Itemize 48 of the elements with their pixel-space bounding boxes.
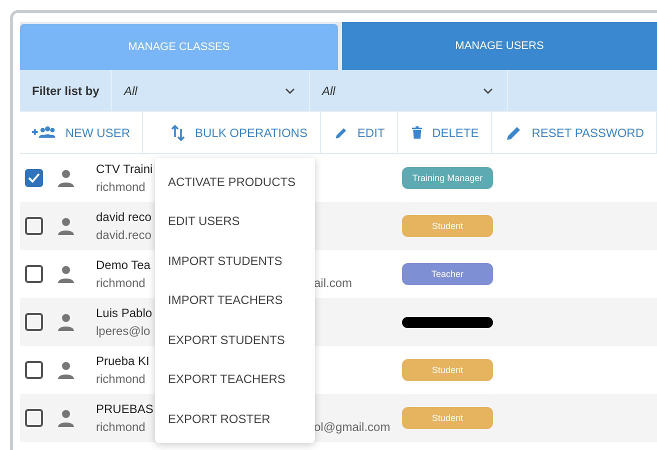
up-down-arrows-icon [171,124,185,142]
menu-item[interactable]: EDIT USERS [155,202,315,241]
chevron-icon [483,88,493,94]
checkbox[interactable] [25,169,43,187]
user-email: ol@gmail.com [314,420,390,434]
role-badge: Student [402,407,493,429]
tab[interactable]: MANAGE USERS [342,22,657,70]
menu-item[interactable]: EXPORT TEACHERS [155,360,315,399]
person-icon [57,265,75,283]
role-badge: Training Manager [402,167,493,189]
role-badge: Teacher [402,263,493,285]
menu-item[interactable]: IMPORT STUDENTS [155,241,315,280]
role-badge: Student [402,359,493,381]
person-icon [57,169,75,187]
checkbox[interactable] [25,361,43,379]
user-email: richmond [96,276,146,290]
person-icon [57,313,75,331]
user-name: PRUEBAS [96,402,154,416]
user-email: richmond [96,372,146,386]
menu-item[interactable]: IMPORT TEACHERS [155,280,315,320]
user-email: ail.com [314,276,352,290]
checkbox[interactable] [25,409,43,427]
filter-label: Filter list by [20,70,112,111]
user-name: Prueba KI [96,354,150,368]
person-icon [57,409,75,427]
menu-item[interactable]: EXPORT STUDENTS [155,320,315,360]
trash-icon [412,124,422,141]
user-name: Luis Pablo [96,306,152,320]
menu-item[interactable]: EXPORT ROSTER [155,399,315,438]
checkbox[interactable] [25,313,43,331]
person-icon [57,217,75,235]
add-users-icon [32,126,56,139]
checkbox[interactable] [25,217,43,235]
user-name: Demo Tea [96,258,150,272]
user-email: richmond [96,180,146,194]
filter-dropdown[interactable]: All [112,70,310,111]
user-name: david reco [96,210,152,224]
pencil-icon [506,124,522,140]
user-email: david.reco [96,228,152,242]
role-badge: Student [402,215,493,237]
chevron-icon [285,88,295,94]
user-email: lperes@lo [96,324,150,338]
checkbox[interactable] [25,265,43,283]
user-email: richmond [96,420,146,434]
menu-item[interactable]: ACTIVATE PRODUCTS [155,162,315,202]
filter-dropdown[interactable]: All [310,70,508,111]
user-name: CTV Traini [96,162,153,176]
person-icon [57,361,75,379]
